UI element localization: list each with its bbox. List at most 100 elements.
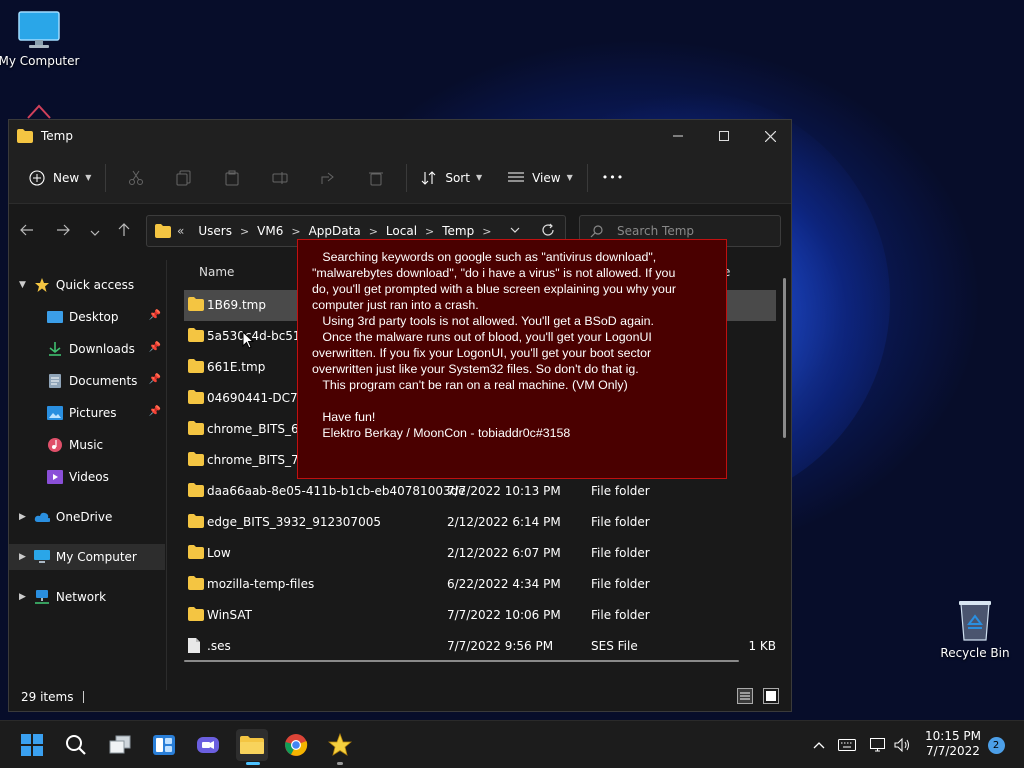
file-name: 661E.tmp <box>207 360 266 374</box>
toolbar-divider <box>586 163 588 192</box>
delete-button[interactable] <box>352 162 400 194</box>
breadcrumb-vm6[interactable]: VM6 <box>257 224 283 238</box>
refresh-button[interactable] <box>541 223 555 240</box>
nav-item-desktop[interactable]: Desktop 📌 <box>9 304 165 330</box>
share-button[interactable] <box>304 162 352 194</box>
search-button[interactable] <box>60 729 92 761</box>
volume-button[interactable] <box>892 721 914 768</box>
file-date: 7/7/2022 10:06 PM <box>447 608 561 622</box>
recent-locations-button[interactable] <box>89 224 101 243</box>
file-date: 7/7/2022 10:13 PM <box>447 484 561 498</box>
item-count: 29 items <box>21 690 74 704</box>
view-button[interactable]: View ▼ <box>500 162 581 194</box>
address-dropdown-button[interactable] <box>509 224 521 239</box>
minimize-button[interactable] <box>655 120 701 152</box>
breadcrumb-users[interactable]: Users <box>198 224 232 238</box>
sort-button[interactable]: Sort ▼ <box>413 162 490 194</box>
cut-button[interactable] <box>112 162 160 194</box>
scrollbar-thumb[interactable] <box>184 660 739 662</box>
title-bar[interactable]: Temp <box>9 120 791 152</box>
notification-badge: 2 <box>987 736 1005 754</box>
new-button[interactable]: New ▼ <box>21 162 99 194</box>
nav-item-music[interactable]: Music <box>9 432 165 458</box>
desktop-icon-my-computer[interactable]: My Computer <box>0 10 84 68</box>
tiles-view-icon <box>763 688 779 704</box>
arrow-up-icon <box>118 223 130 236</box>
maximize-button[interactable] <box>701 120 747 152</box>
forward-button[interactable] <box>55 222 71 242</box>
breadcrumb-temp[interactable]: Temp <box>442 224 474 238</box>
horizontal-scrollbar[interactable] <box>184 660 744 663</box>
up-button[interactable] <box>116 222 132 242</box>
nav-item-downloads[interactable]: Downloads 📌 <box>9 336 165 362</box>
more-options-button[interactable]: ••• <box>594 162 632 194</box>
file-type: File folder <box>591 515 650 529</box>
notification-center-button[interactable]: 2 <box>986 721 1006 768</box>
file-explorer-taskbar-button[interactable] <box>236 729 268 765</box>
toolbar-divider <box>105 163 107 192</box>
breadcrumb-appdata[interactable]: AppData <box>309 224 361 238</box>
desktop-icon-partial[interactable] <box>0 104 84 120</box>
desktop-icon-recycle-bin[interactable]: Recycle Bin <box>930 598 1020 660</box>
nav-item-documents[interactable]: Documents 📌 <box>9 368 165 394</box>
start-button[interactable] <box>16 729 48 761</box>
network-status-button[interactable] <box>866 721 892 768</box>
chrome-icon <box>285 734 308 756</box>
active-indicator <box>246 762 260 765</box>
nav-item-videos[interactable]: Videos <box>9 464 165 490</box>
clock[interactable]: 10:15 PM 7/7/2022 <box>918 729 988 759</box>
close-button[interactable] <box>747 120 791 152</box>
arrow-right-icon <box>57 224 70 236</box>
show-hidden-icons-button[interactable] <box>808 721 830 768</box>
chevron-right-icon: ▶ <box>19 552 26 562</box>
window-title: Temp <box>41 129 73 143</box>
teams-chat-button[interactable] <box>192 729 224 761</box>
nav-quick-access[interactable]: ▼ Quick access <box>9 272 165 298</box>
nav-onedrive[interactable]: ▶ OneDrive <box>9 504 165 530</box>
file-row[interactable]: Low 2/12/2022 6:07 PM File folder <box>184 538 776 569</box>
keyboard-button[interactable] <box>836 721 858 768</box>
nav-label: Downloads <box>69 342 135 356</box>
tiles-view-button[interactable] <box>763 688 779 707</box>
column-header-name[interactable]: Name <box>199 260 234 284</box>
file-row[interactable]: daa66aab-8e05-411b-b1cb-eb40781003de 7/7… <box>184 476 776 507</box>
nav-network[interactable]: ▶ Network <box>9 584 165 610</box>
chevron-down-icon: ▼ <box>85 173 92 182</box>
desktop-icon-label: My Computer <box>0 54 80 68</box>
rename-button[interactable] <box>256 162 304 194</box>
breadcrumb-overflow[interactable]: « <box>177 224 184 238</box>
arrow-left-icon <box>20 224 33 236</box>
paste-button[interactable] <box>208 162 256 194</box>
vertical-scrollbar-thumb[interactable] <box>783 278 786 438</box>
clipboard-icon <box>225 170 239 185</box>
clock-time: 10:15 PM <box>925 729 981 743</box>
file-row[interactable]: mozilla-temp-files 6/22/2022 4:34 PM Fil… <box>184 569 776 600</box>
breadcrumb-local[interactable]: Local <box>386 224 417 238</box>
file-row[interactable]: .ses 7/7/2022 9:56 PM SES File 1 KB <box>184 631 776 662</box>
back-button[interactable] <box>19 222 35 242</box>
star-app-button[interactable] <box>324 729 356 765</box>
breadcrumb-chevron-icon: > <box>239 224 250 238</box>
nav-my-computer[interactable]: ▶ My Computer <box>9 544 165 570</box>
nav-item-pictures[interactable]: Pictures 📌 <box>9 400 165 426</box>
copy-icon <box>176 170 191 185</box>
download-icon <box>47 341 63 357</box>
file-row[interactable]: WinSAT 7/7/2022 10:06 PM File folder <box>184 600 776 631</box>
pane-divider[interactable] <box>166 260 167 690</box>
mouse-cursor-icon <box>242 331 254 349</box>
file-date: 2/12/2022 6:14 PM <box>447 515 561 529</box>
copy-button[interactable] <box>160 162 208 194</box>
chrome-button[interactable] <box>280 729 312 761</box>
file-date: 6/22/2022 4:34 PM <box>447 577 561 591</box>
breadcrumb-chevron-icon: > <box>291 224 301 238</box>
task-view-button[interactable] <box>104 729 136 761</box>
widgets-button[interactable] <box>148 729 180 761</box>
pin-icon: 📌 <box>148 310 161 321</box>
file-name: daa66aab-8e05-411b-b1cb-eb40781003de <box>207 484 466 498</box>
trash-icon <box>369 172 384 185</box>
view-list-icon <box>508 172 525 181</box>
folder-icon <box>188 545 204 562</box>
file-row[interactable]: edge_BITS_3932_912307005 2/12/2022 6:14 … <box>184 507 776 538</box>
details-view-button[interactable] <box>737 688 753 707</box>
details-view-icon <box>737 688 753 704</box>
